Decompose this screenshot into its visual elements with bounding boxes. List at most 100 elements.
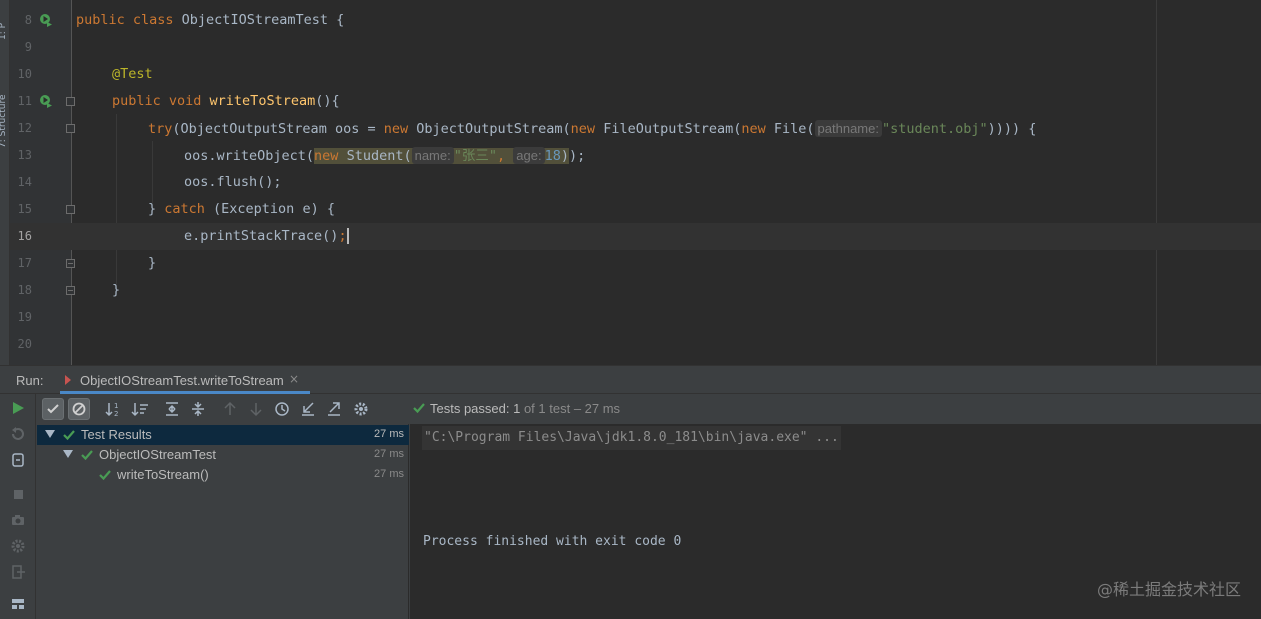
fold-marker[interactable] (66, 124, 75, 133)
passed-check-icon (81, 450, 93, 461)
tree-label: writeToStream() (117, 467, 209, 482)
code-text: } catch (Exception e) { (148, 201, 335, 217)
show-ignored-button[interactable] (68, 398, 90, 420)
test-tree-toolbar: 12 (37, 394, 408, 424)
import-tests-icon[interactable] (297, 398, 319, 420)
rerun-failed-icon[interactable] (10, 426, 26, 442)
code-text: public void writeToStream(){ (112, 93, 340, 109)
code-text: oos.writeObject(new Student(name: "张三", a… (184, 147, 586, 164)
sort-alphabetically-icon[interactable]: 12 (103, 398, 125, 420)
code-line[interactable]: 8 public class ObjectIOStreamTest { (10, 7, 1261, 34)
check-icon (47, 404, 59, 414)
ignored-icon (72, 402, 86, 416)
line-number: 13 (17, 148, 32, 162)
code-line-current[interactable]: 16 e.printStackTrace(); (10, 223, 1261, 250)
expand-arrow-icon[interactable] (45, 430, 55, 438)
line-number: 10 (17, 67, 32, 81)
code-line[interactable]: 13 oos.writeObject(new Student(name: "张三"… (10, 142, 1261, 169)
expand-all-icon[interactable] (161, 398, 183, 420)
line-number: 20 (17, 337, 32, 351)
test-history-icon[interactable] (271, 398, 293, 420)
line-number: 9 (24, 40, 32, 54)
code-line[interactable]: 14 oos.flush(); (10, 169, 1261, 196)
parameter-hint: pathname: (814, 120, 882, 137)
next-failed-icon[interactable] (245, 398, 267, 420)
code-text: oos.flush(); (184, 174, 282, 190)
passed-check-icon (413, 403, 425, 414)
run-test-method-icon[interactable] (39, 94, 53, 108)
tree-row-test-class[interactable]: ObjectIOStreamTest 27 ms (37, 445, 409, 465)
settings-gear-icon[interactable] (350, 398, 372, 420)
previous-failed-icon[interactable] (219, 398, 241, 420)
fold-marker[interactable] (66, 205, 75, 214)
toggle-auto-test-icon[interactable] (10, 452, 26, 468)
line-number: 15 (17, 202, 32, 216)
console-command-line[interactable]: "C:\Program Files\Java\jdk1.8.0_181\bin\… (422, 426, 841, 450)
tree-label: Test Results (81, 427, 152, 442)
settings-gear-icon[interactable] (10, 538, 26, 554)
line-number: 14 (17, 175, 32, 189)
svg-text:2: 2 (114, 410, 118, 418)
code-line[interactable]: 11 public void writeToStream(){ (10, 88, 1261, 115)
run-header: Run: ObjectIOStreamTest.writeToStream × (0, 366, 1261, 394)
stop-icon[interactable] (10, 486, 26, 502)
line-number: 18 (17, 283, 32, 297)
line-number: 11 (17, 94, 32, 108)
tab-label: ObjectIOStreamTest.writeToStream (80, 373, 284, 388)
fold-marker[interactable] (66, 286, 75, 295)
code-editor[interactable]: 8 public class ObjectIOStreamTest { 9 10… (10, 0, 1261, 365)
console-exit-message: Process finished with exit code 0 (423, 534, 682, 549)
rerun-icon[interactable] (10, 400, 26, 416)
test-duration: 27 ms (374, 428, 404, 440)
code-line[interactable]: 9 (10, 34, 1261, 61)
line-number: 8 (24, 13, 32, 27)
collapse-all-icon[interactable] (187, 398, 209, 420)
layout-icon[interactable] (10, 596, 26, 612)
code-text: public class ObjectIOStreamTest { (76, 12, 345, 28)
code-text: } (112, 282, 121, 298)
fold-marker[interactable] (66, 259, 75, 268)
project-tool-label[interactable]: 1: P (0, 23, 8, 40)
run-tool-window: Run: ObjectIOStreamTest.writeToStream × … (0, 365, 1261, 619)
tree-label: ObjectIOStreamTest (99, 447, 217, 462)
code-line[interactable]: 18 } (10, 277, 1261, 304)
code-line[interactable]: 10 @Test (10, 61, 1261, 88)
test-status-bar: Tests passed: 1 of 1 test – 27 ms (410, 394, 1261, 424)
code-text: @Test (112, 66, 153, 82)
text-caret (346, 228, 349, 244)
fold-marker[interactable] (66, 97, 75, 106)
test-results-tree: Test Results 27 ms ObjectIOStreamTest 27… (37, 424, 409, 619)
tree-row-test-method[interactable]: writeToStream() 27 ms (37, 465, 409, 485)
run-configuration-tab[interactable]: ObjectIOStreamTest.writeToStream × (60, 366, 310, 394)
code-line[interactable]: 17 } (10, 250, 1261, 277)
run-test-class-icon[interactable] (39, 13, 53, 27)
test-duration: 27 ms (374, 468, 404, 480)
line-number: 17 (17, 256, 32, 270)
sort-by-duration-icon[interactable] (129, 398, 151, 420)
camera-icon[interactable] (10, 512, 26, 528)
code-text: } (148, 255, 157, 271)
show-passed-button[interactable] (42, 398, 64, 420)
code-text: e.printStackTrace(); (184, 228, 349, 244)
close-tab-icon[interactable]: × (289, 372, 299, 386)
export-tests-icon[interactable] (323, 398, 345, 420)
expand-arrow-icon[interactable] (63, 450, 73, 458)
console-output[interactable]: "C:\Program Files\Java\jdk1.8.0_181\bin\… (410, 424, 1261, 619)
watermark: @稀土掘金技术社区 (1096, 580, 1241, 599)
exit-icon[interactable] (10, 564, 26, 580)
test-failed-run-icon (65, 375, 71, 385)
code-line[interactable]: 12 try(ObjectOutputStream oos = new Obje… (10, 115, 1261, 142)
tool-window-strip: 1: P 7: Structure (0, 0, 10, 365)
code-line[interactable]: 15 } catch (Exception e) { (10, 196, 1261, 223)
passed-check-icon (99, 470, 111, 481)
line-number: 19 (17, 310, 32, 324)
line-number: 16 (17, 229, 32, 243)
parameter-hint: name: (411, 147, 454, 164)
code-line[interactable]: 19 (10, 304, 1261, 331)
structure-tool-label[interactable]: 7: Structure (0, 95, 8, 149)
passed-check-icon (63, 430, 75, 441)
line-number: 12 (17, 121, 32, 135)
tree-row-test-results[interactable]: Test Results 27 ms (37, 425, 409, 445)
code-line[interactable]: 20 (10, 331, 1261, 358)
parameter-hint: age: (513, 147, 545, 164)
